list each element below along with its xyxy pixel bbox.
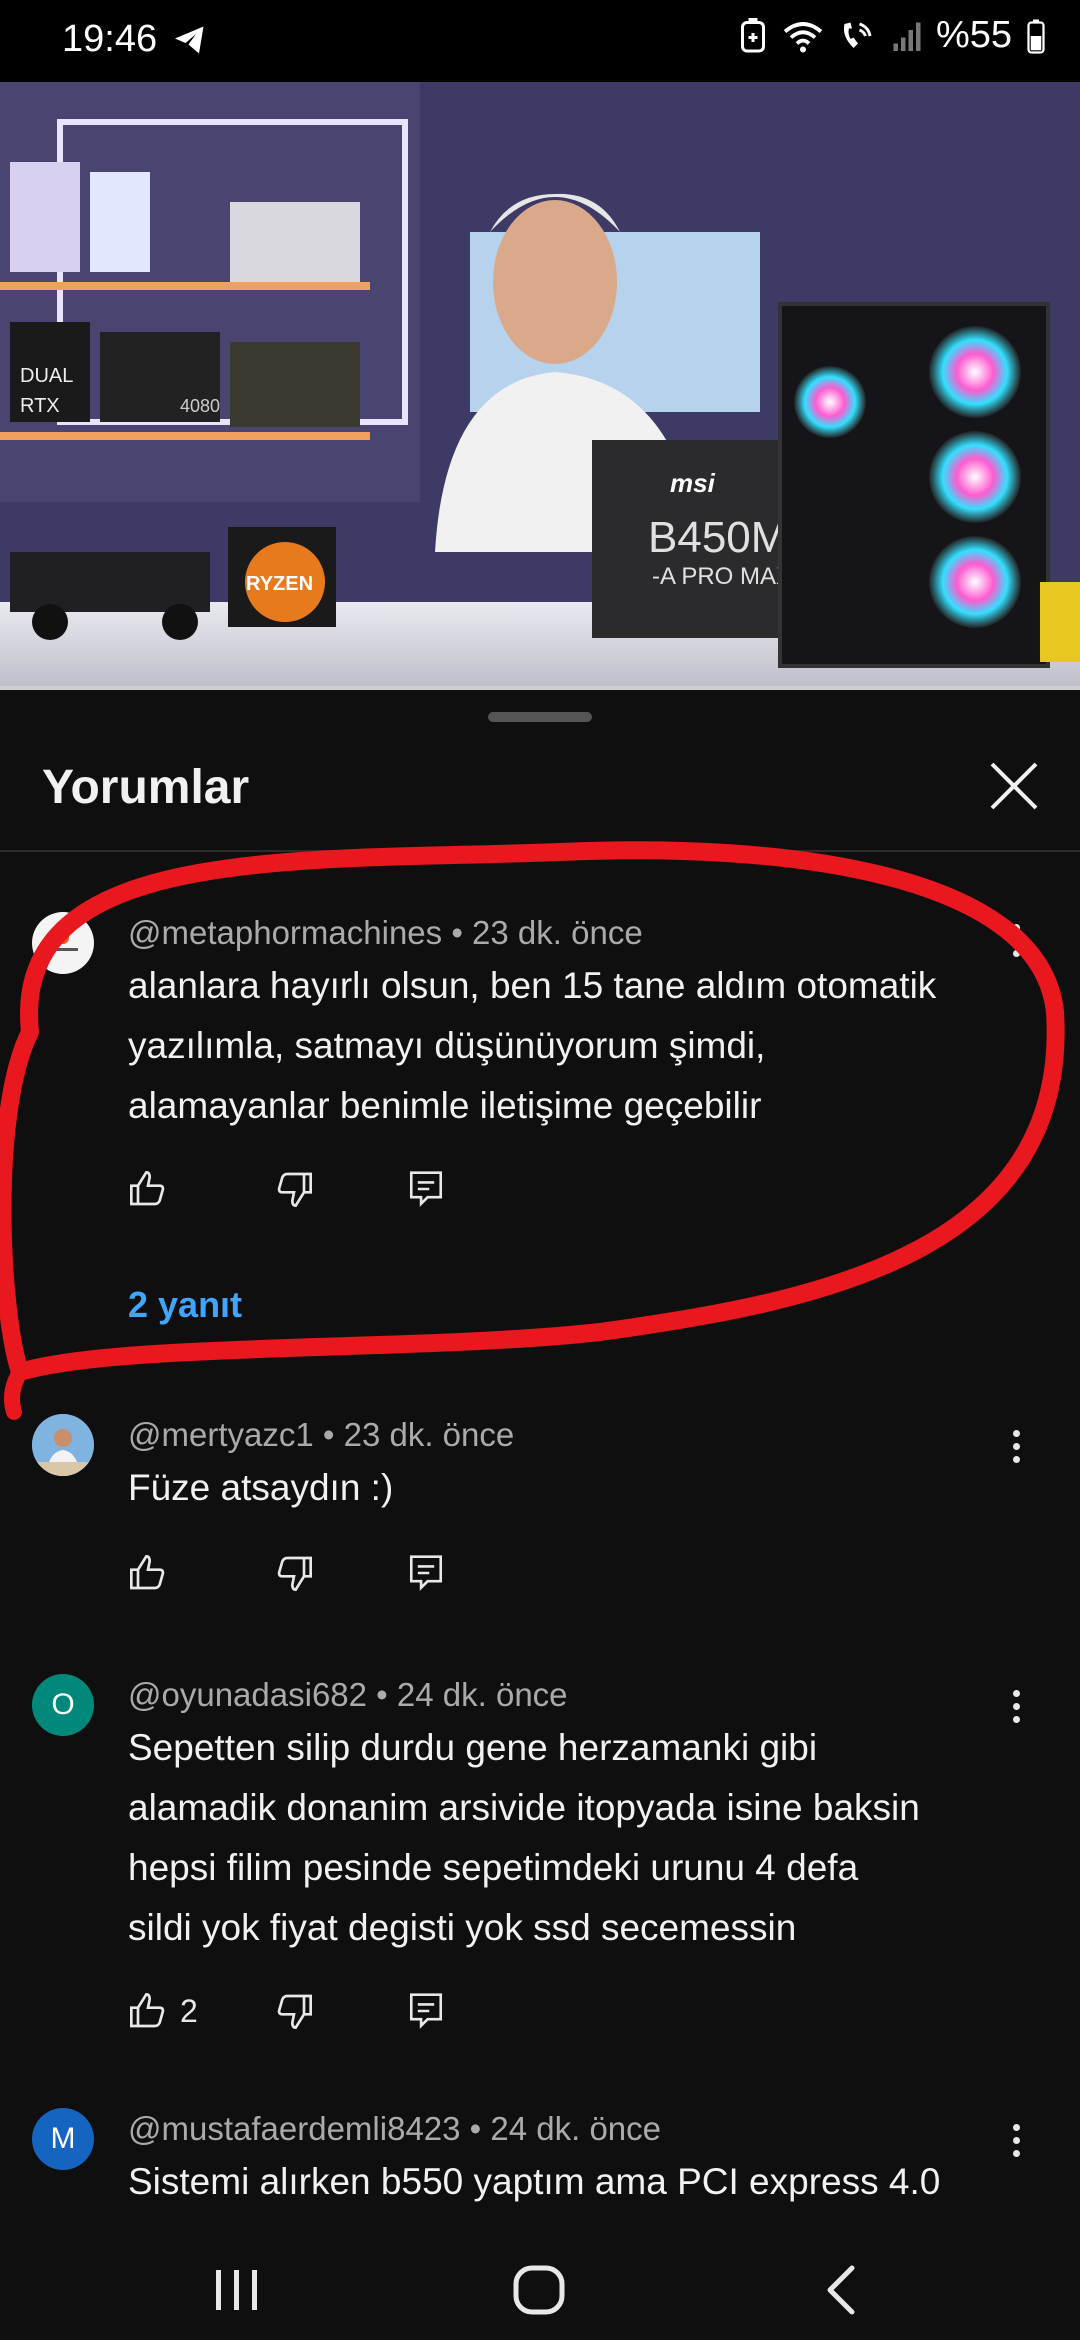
avatar[interactable]: O: [32, 1674, 94, 1736]
comment-text: Füze atsaydın :): [128, 1458, 1008, 1518]
divider: [0, 850, 1080, 852]
like-button[interactable]: 2: [128, 1988, 198, 2034]
replies-link[interactable]: 2 yanıt: [128, 1284, 242, 1326]
battery-saver-icon: [740, 17, 765, 52]
comments-sheet: Yorumlar @metaphormachines • 23 dk. önce…: [0, 692, 1080, 2236]
thumbs-down-icon: [277, 1994, 312, 2030]
comment-text: alanlara hayırlı olsun, ben 15 tane aldı…: [128, 956, 1008, 1136]
sheet-title: Yorumlar: [42, 761, 250, 814]
comment-meta: @oyunadasi682 • 24 dk. önce: [128, 1676, 568, 1713]
recents-icon[interactable]: [212, 2266, 262, 2314]
comment-item: O @oyunadasi682 • 24 dk. önce Sepetten s…: [0, 1674, 1080, 2030]
avatar[interactable]: [32, 912, 94, 974]
telegram-icon: [175, 26, 204, 54]
thumb-text-ryzen: RYZEN: [246, 573, 313, 595]
comment-author[interactable]: @metaphormachines: [128, 914, 442, 951]
comment-line: Füze atsaydın :): [128, 1467, 394, 1508]
thumbs-down-icon: [277, 1556, 312, 1592]
comment-line: Sistemi alırken b550 yaptım ama PCI expr…: [128, 2161, 941, 2202]
back-icon[interactable]: [822, 2264, 862, 2316]
video-thumbnail: DUAL RTX 4080 msi B450M -A PRO MAX SPATI…: [0, 82, 1080, 690]
comment-time: 24 dk. önce: [490, 2110, 662, 2147]
thumb-text-b450m: B450M: [648, 513, 787, 562]
comment-time: 23 dk. önce: [343, 1416, 515, 1453]
dislike-button[interactable]: [274, 1988, 314, 2034]
dislike-button[interactable]: [274, 1550, 314, 1596]
drag-handle[interactable]: [488, 712, 592, 722]
reply-button[interactable]: [408, 1166, 444, 1212]
like-button[interactable]: [128, 1550, 180, 1596]
thumb-text-4080: 4080: [180, 396, 220, 416]
comment-author[interactable]: @mertyazc1: [128, 1416, 314, 1453]
comment-text: Sistemi alırken b550 yaptım ama PCI expr…: [128, 2152, 1008, 2212]
reply-button[interactable]: [408, 1988, 444, 2034]
avatar[interactable]: M: [32, 2108, 94, 2170]
comment-text: Sepetten silip durdu gene herzamanki gib…: [128, 1718, 1008, 1958]
comment-line: hepsi filim pesinde sepetimdeki urunu 4 …: [128, 1847, 859, 1888]
volte-icon: [843, 22, 872, 48]
thumb-text-apromax: -A PRO MAX: [652, 563, 792, 590]
thumbs-up-icon: [130, 1554, 165, 1590]
wifi-icon: [783, 21, 823, 52]
home-icon[interactable]: [512, 2264, 566, 2316]
avatar[interactable]: [32, 1414, 94, 1476]
status-icons: %55: [738, 14, 1046, 57]
thumbs-up-icon: [130, 1170, 165, 1206]
status-time: 19:46: [62, 18, 158, 60]
reply-icon: [409, 1171, 443, 1207]
close-icon[interactable]: [986, 758, 1042, 814]
battery-percent: %55: [935, 14, 1012, 56]
thumb-text-rtx: RTX: [20, 395, 60, 417]
thumbs-up-icon: [130, 1992, 165, 2028]
comment-item: @metaphormachines • 23 dk. önce alanlara…: [0, 912, 1080, 1332]
comment-author[interactable]: @oyunadasi682: [128, 1676, 367, 1713]
reply-button[interactable]: [408, 1550, 444, 1596]
comment-line: alamayanlar benimle iletişime geçebilir: [128, 1085, 762, 1126]
thumb-text-dual: DUAL: [20, 365, 73, 387]
comment-time: 23 dk. önce: [472, 914, 643, 951]
comment-meta: @mertyazc1 • 23 dk. önce: [128, 1416, 515, 1453]
status-bar: 19:46 %55: [0, 0, 1080, 82]
reply-icon: [409, 1555, 443, 1591]
comment-line: alanlara hayırlı olsun, ben 15 tane aldı…: [128, 965, 937, 1006]
battery-icon: [1027, 19, 1045, 54]
thumb-text-msi: msi: [670, 468, 716, 498]
system-nav-bar: [0, 2236, 1080, 2340]
user-photo-icon: [32, 1414, 94, 1476]
comment-meta: @mustafaerdemli8423 • 24 dk. önce: [128, 2110, 662, 2147]
comment-meta: @metaphormachines • 23 dk. önce: [128, 914, 643, 951]
thumbs-down-icon: [277, 1172, 312, 1208]
like-button[interactable]: [128, 1166, 180, 1212]
like-count: 2: [180, 1992, 198, 2029]
comment-line: alamadik donanim arsivide itopyada isine…: [128, 1787, 920, 1828]
comment-item: @mertyazc1 • 23 dk. önce Füze atsaydın :…: [0, 1414, 1080, 1614]
comment-author[interactable]: @mustafaerdemli8423: [128, 2110, 461, 2147]
comment-line: sildi yok fiyat degisti yok ssd secemess…: [128, 1907, 797, 1948]
comment-time: 24 dk. önce: [396, 1676, 568, 1713]
video-player[interactable]: DUAL RTX 4080 msi B450M -A PRO MAX SPATI…: [0, 82, 1080, 690]
video-progress-bar[interactable]: [0, 686, 1080, 690]
reply-icon: [409, 1993, 443, 2029]
comment-line: yazılımla, satmayı düşünüyorum şimdi,: [128, 1025, 766, 1066]
comment-line: Sepetten silip durdu gene herzamanki gib…: [128, 1727, 818, 1768]
comment-item: M @mustafaerdemli8423 • 24 dk. önce Sist…: [0, 2108, 1080, 2236]
robot-logo-icon: [48, 932, 78, 951]
signal-icon: [893, 22, 921, 51]
dislike-button[interactable]: [274, 1166, 314, 1212]
